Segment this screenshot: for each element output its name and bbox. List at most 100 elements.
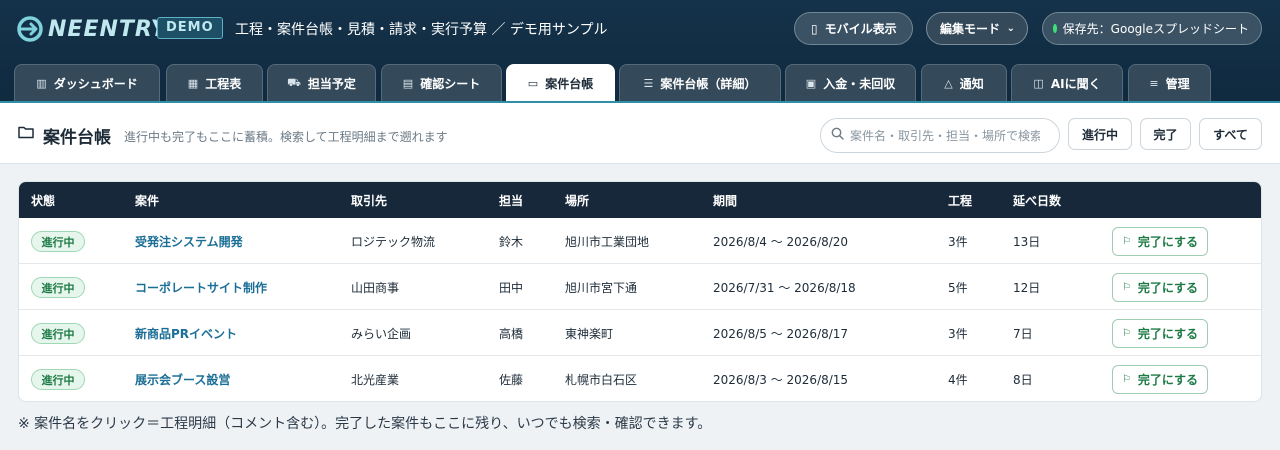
tab-ask-ai[interactable]: ◫ AIに聞く xyxy=(1011,64,1123,101)
col-steps: 工程 xyxy=(948,194,973,208)
filter-done-button[interactable]: 完了 xyxy=(1140,118,1191,150)
tab-label: 確認シート xyxy=(420,76,481,91)
tab-label: 入金・未回収 xyxy=(823,76,896,91)
chevron-down-icon: ⌄ xyxy=(1006,23,1015,34)
flag-icon: ⚐ xyxy=(1121,236,1131,247)
tab-label: 管理 xyxy=(1165,76,1190,91)
tab-check-sheet[interactable]: ▤ 確認シート xyxy=(381,64,502,101)
status-badge: 進行中 xyxy=(31,369,85,390)
place-cell: 旭川市工業団地 xyxy=(565,235,650,249)
page-subtitle: 進行中も完了もここに蓄積。検索して工程明細まで遡れます xyxy=(124,130,448,144)
tab-label: 通知 xyxy=(959,76,984,91)
table-row: 進行中 受発注システム開発 ロジテック物流 鈴木 旭川市工業団地 2026/8/… xyxy=(19,218,1261,264)
tab-admin[interactable]: ≡ 管理 xyxy=(1128,64,1211,101)
calendar-icon: ▦ xyxy=(187,76,199,90)
page-title: 案件台帳 xyxy=(43,128,111,148)
flag-icon: ⚐ xyxy=(1121,328,1131,339)
tab-label: 案件台帳 xyxy=(545,77,594,91)
steps-cell: 4件 xyxy=(948,373,968,387)
mode-label: 編集モード xyxy=(940,22,1001,36)
search-icon xyxy=(831,127,844,144)
col-owner: 担当 xyxy=(499,194,524,208)
money-icon: ▣ xyxy=(805,76,817,90)
mark-done-button[interactable]: ⚐ 完了にする xyxy=(1112,227,1208,256)
mark-done-button[interactable]: ⚐ 完了にする xyxy=(1112,365,1208,394)
mobile-view-button[interactable]: ▯ モバイル表示 xyxy=(794,12,913,45)
col-status: 状態 xyxy=(31,194,56,208)
truck-icon: ⛟ xyxy=(287,75,301,89)
tab-label: 担当予定 xyxy=(307,76,356,91)
client-cell: みらい企画 xyxy=(351,327,412,341)
case-link[interactable]: 受発注システム開発 xyxy=(135,233,243,250)
place-cell: 札幌市白石区 xyxy=(565,373,638,387)
owner-cell: 佐藤 xyxy=(499,373,524,387)
days-cell: 12日 xyxy=(1013,281,1041,295)
status-badge: 進行中 xyxy=(31,277,85,298)
tab-label: 工程表 xyxy=(205,76,242,91)
app-title: 工程・案件台帳・見積・請求・実行予算 ／ デモ用サンプル xyxy=(235,22,608,38)
owner-cell: 鈴木 xyxy=(499,235,524,249)
tab-dashboard[interactable]: ▥ ダッシュボード xyxy=(14,64,160,101)
demo-badge: DEMO xyxy=(157,17,223,39)
tab-notifications[interactable]: △ 通知 xyxy=(921,64,1007,101)
folder-icon: ▭ xyxy=(527,77,539,90)
status-badge: 進行中 xyxy=(31,231,85,252)
status-dot-icon xyxy=(1053,24,1057,33)
list-icon: ☰ xyxy=(643,76,654,90)
footnote: ※ 案件名をクリック＝工程明細（コメント含む）。完了した案件もここに残り、いつで… xyxy=(18,416,712,432)
mark-done-label: 完了にする xyxy=(1137,327,1199,341)
place-cell: 東神楽町 xyxy=(565,327,614,341)
logo-text: NEENTRY xyxy=(48,16,168,42)
folder-icon xyxy=(18,125,34,143)
period-cell: 2026/7/31 〜 2026/8/18 xyxy=(713,281,856,295)
table-row: 進行中 コーポレートサイト制作 山田商事 田中 旭川市宮下通 2026/7/31… xyxy=(19,264,1261,310)
days-cell: 8日 xyxy=(1013,373,1033,387)
page-toolbar: 案件台帳 進行中も完了もここに蓄積。検索して工程明細まで遡れます 進行中 完了 … xyxy=(0,103,1280,164)
tab-schedule[interactable]: ▦ 工程表 xyxy=(166,64,263,101)
col-place: 場所 xyxy=(565,194,590,208)
mode-select[interactable]: 編集モード ⌄ xyxy=(926,12,1028,45)
save-destination-button[interactable]: 保存先：Googleスプレッドシート xyxy=(1042,12,1262,45)
mark-done-label: 完了にする xyxy=(1137,235,1199,249)
sliders-icon: ≡ xyxy=(1149,76,1159,90)
steps-cell: 3件 xyxy=(948,235,968,249)
mobile-view-label: モバイル表示 xyxy=(824,22,897,36)
col-client: 取引先 xyxy=(351,194,388,208)
status-badge: 進行中 xyxy=(31,323,85,344)
tab-label: 案件台帳（詳細） xyxy=(660,76,757,91)
mark-done-label: 完了にする xyxy=(1137,373,1199,387)
mobile-icon: ▯ xyxy=(811,21,818,36)
mark-done-button[interactable]: ⚐ 完了にする xyxy=(1112,319,1208,348)
tab-label: AIに聞く xyxy=(1050,76,1101,91)
logo-o-arrow-icon xyxy=(16,15,46,43)
steps-cell: 5件 xyxy=(948,281,968,295)
client-cell: 北光産業 xyxy=(351,373,400,387)
col-days: 延べ日数 xyxy=(1013,194,1062,208)
tab-case-ledger[interactable]: ▭ 案件台帳 xyxy=(506,64,615,102)
case-link[interactable]: 新商品PRイベント xyxy=(135,325,237,342)
filter-all-button[interactable]: すべて xyxy=(1199,118,1262,150)
case-link[interactable]: 展示会ブース設営 xyxy=(135,371,230,388)
tab-case-ledger-detail[interactable]: ☰ 案件台帳（詳細） xyxy=(619,64,781,101)
client-cell: 山田商事 xyxy=(351,281,400,295)
col-case: 案件 xyxy=(135,194,160,208)
mark-done-button[interactable]: ⚐ 完了にする xyxy=(1112,273,1208,302)
case-link[interactable]: コーポレートサイト制作 xyxy=(135,279,267,296)
table-row: 進行中 展示会ブース設営 北光産業 佐藤 札幌市白石区 2026/8/3 〜 2… xyxy=(19,356,1261,401)
case-table: 状態 案件 取引先 担当 場所 期間 工程 延べ日数 進行中 受発注システム開発… xyxy=(18,181,1262,402)
robot-icon: ◫ xyxy=(1033,76,1044,90)
filter-in-progress-button[interactable]: 進行中 xyxy=(1068,118,1132,150)
bell-icon: △ xyxy=(944,76,953,90)
table-row: 進行中 新商品PRイベント みらい企画 高橋 東神楽町 2026/8/5 〜 2… xyxy=(19,310,1261,356)
place-cell: 旭川市宮下通 xyxy=(565,281,638,295)
steps-cell: 3件 xyxy=(948,327,968,341)
save-destination-label: 保存先：Googleスプレッドシート xyxy=(1062,22,1249,36)
period-cell: 2026/8/3 〜 2026/8/15 xyxy=(713,373,849,387)
bar-chart-icon: ▥ xyxy=(36,76,47,90)
logo: NEENTRY xyxy=(16,14,168,44)
tab-label: ダッシュボード xyxy=(53,76,138,91)
search-input[interactable] xyxy=(850,128,1040,143)
tab-payments[interactable]: ▣ 入金・未回収 xyxy=(785,64,916,101)
flag-icon: ⚐ xyxy=(1121,374,1131,385)
tab-assignments[interactable]: ⛟ 担当予定 xyxy=(267,64,376,101)
